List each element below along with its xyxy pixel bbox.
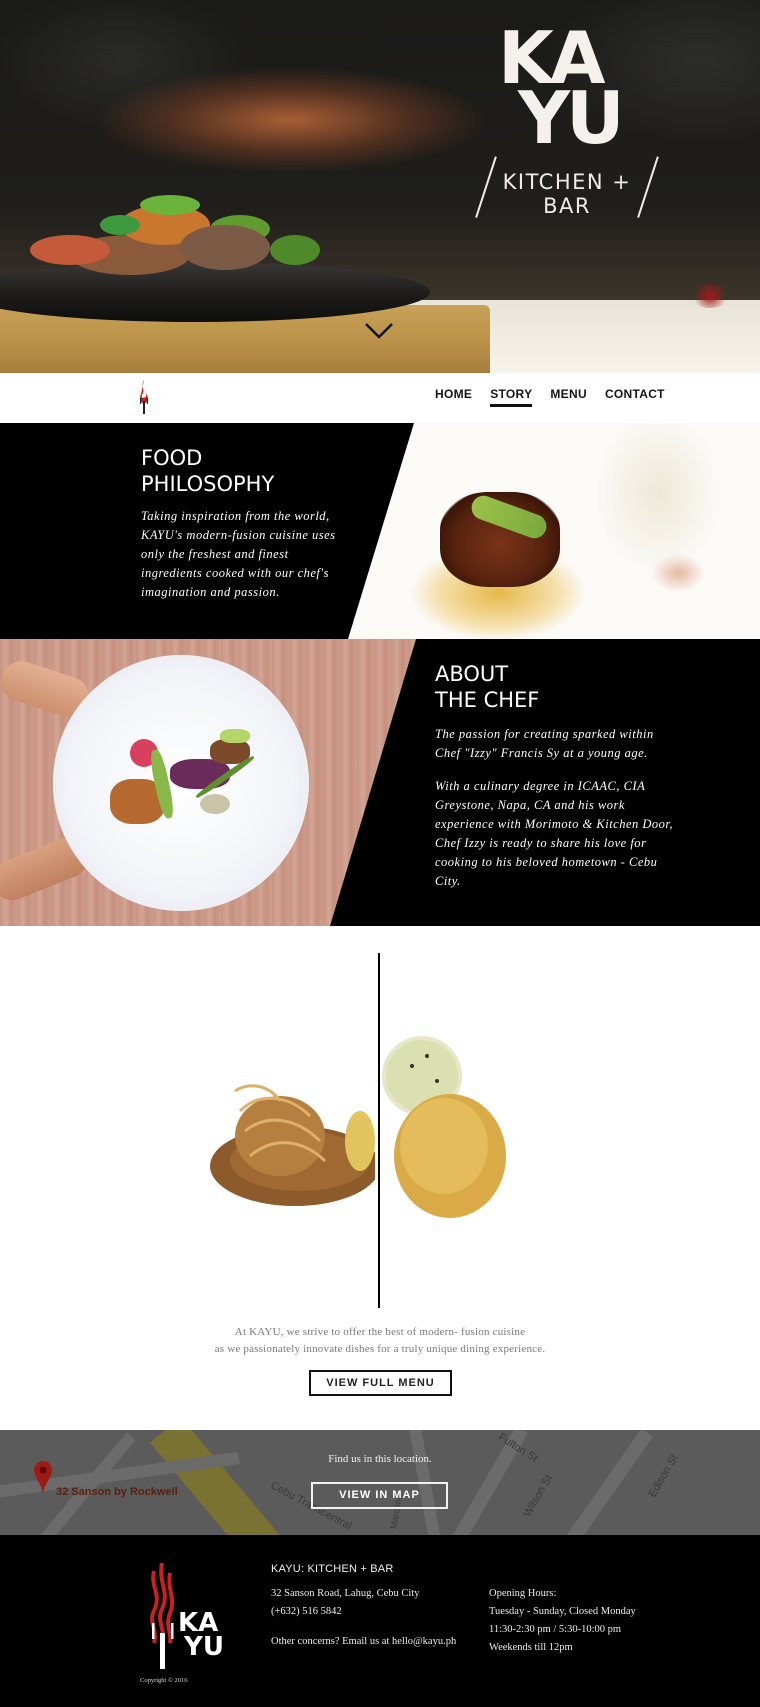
food-philosophy-title: FOOD PHILOSOPHY bbox=[141, 446, 275, 496]
logo-text-bottom: YU bbox=[518, 76, 625, 160]
footer-logo-yu: YU bbox=[183, 1632, 224, 1662]
main-navigation: HOME STORY MENU CONTACT bbox=[0, 373, 760, 423]
footer-address: 32 Sanson Road, Lahug, Cebu City bbox=[271, 1588, 420, 1599]
dish-fried-nest-photo bbox=[210, 1084, 375, 1206]
about-chef-bio: With a culinary degree in ICAAC, CIA Gre… bbox=[435, 779, 674, 888]
food-philosophy-text: Taking inspiration from the world, KAYU'… bbox=[141, 509, 336, 599]
footer-copyright: Copyright © 2016 bbox=[140, 1677, 188, 1684]
photo-plated-food bbox=[100, 719, 260, 839]
menu-teaser-section: At KAYU, we strive to offer the best of … bbox=[0, 926, 760, 1430]
hero-dish-photo bbox=[10, 195, 330, 285]
nav-menu[interactable]: MENU bbox=[550, 387, 587, 407]
about-chef-title: ABOUT THE CHEF bbox=[435, 662, 540, 712]
map-pin-icon[interactable] bbox=[33, 1460, 53, 1496]
nav-contact[interactable]: CONTACT bbox=[605, 387, 665, 407]
about-chef-section: ABOUT THE CHEF The passion for creating … bbox=[0, 639, 760, 926]
footer-hours-weekend: Weekends till 12pm bbox=[489, 1642, 573, 1653]
footer-logo-icon[interactable]: KA YU bbox=[140, 1563, 240, 1673]
menu-teaser-text: At KAYU, we strive to offer the best of … bbox=[214, 1326, 546, 1355]
map-label-wilson: Wilson St bbox=[521, 1472, 556, 1520]
vertical-divider bbox=[378, 953, 380, 1308]
footer-email[interactable]: Other concerns? Email us at hello@kayu.p… bbox=[271, 1636, 456, 1647]
food-philosophy-section: FOOD PHILOSOPHY Taking inspiration from … bbox=[0, 423, 760, 639]
map-place-label: 32 Sanson by Rockwell bbox=[56, 1486, 178, 1498]
map-section[interactable]: Fulton St Wilson St Edison St Cebu Trans… bbox=[0, 1430, 760, 1535]
chef-dish-photo bbox=[0, 639, 416, 926]
map-street bbox=[561, 1430, 653, 1535]
chevron-down-icon[interactable] bbox=[364, 322, 394, 340]
dish-potato-photo bbox=[382, 1036, 506, 1218]
view-full-menu-button[interactable]: VIEW FULL MENU bbox=[309, 1370, 452, 1396]
map-main-road bbox=[150, 1430, 290, 1535]
nav-home[interactable]: HOME bbox=[435, 387, 472, 407]
hero-banner: KA YU KITCHEN + BAR bbox=[0, 0, 760, 373]
view-in-map-button[interactable]: VIEW IN MAP bbox=[311, 1482, 448, 1509]
footer-hours-times: 11:30-2:30 pm / 5:30-10:00 pm bbox=[489, 1624, 622, 1635]
footer-hours-days: Tuesday - Sunday, Closed Monday bbox=[489, 1606, 636, 1617]
footer-phone[interactable]: (+632) 516 5842 bbox=[271, 1606, 342, 1617]
footer-hours-label: Opening Hours: bbox=[489, 1588, 557, 1599]
nav-links: HOME STORY MENU CONTACT bbox=[435, 387, 683, 407]
hero-background-light bbox=[690, 284, 730, 308]
brand-tagline: KITCHEN + BAR bbox=[502, 170, 632, 218]
nav-story[interactable]: STORY bbox=[490, 387, 533, 407]
site-footer: KA YU Copyright © 2016 KAYU: KITCHEN + B… bbox=[0, 1535, 760, 1707]
fork-flame-icon[interactable] bbox=[137, 379, 151, 415]
about-chef-intro: The passion for creating sparked within … bbox=[435, 727, 654, 760]
map-find-text: Find us in this location. bbox=[328, 1453, 432, 1465]
footer-title: KAYU: KITCHEN + BAR bbox=[271, 1563, 394, 1575]
